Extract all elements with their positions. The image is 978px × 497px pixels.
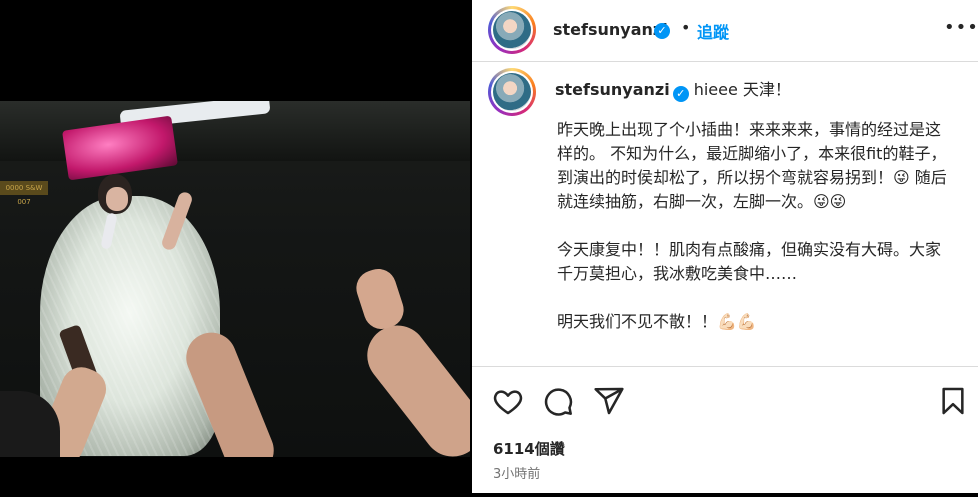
avatar-image [493, 11, 531, 49]
follow-button[interactable]: 追蹤 [697, 19, 729, 43]
header-username[interactable]: stefsunyanzi [553, 20, 668, 39]
more-icon[interactable]: ••• [944, 17, 978, 38]
action-bar: 6114個讚 3小時前 [472, 366, 978, 497]
post-photo[interactable]: 0000 S&W 007 [0, 101, 470, 457]
photo-face [106, 187, 128, 211]
caption-area: stefsunyanzi ✓ hieee 天津！ 昨天晚上出现了个小插曲！来来来来，… [472, 62, 978, 366]
caption-header: stefsunyanzi ✓ hieee 天津！ [555, 76, 791, 102]
photo-thumbs-up [351, 264, 409, 334]
verified-icon: ✓ [654, 23, 670, 39]
separator-dot: • [681, 18, 691, 37]
avatar[interactable] [488, 6, 536, 54]
avatar-image [493, 73, 531, 111]
post-timestamp[interactable]: 3小時前 [493, 463, 540, 482]
media-panel[interactable]: 0000 S&W 007 [0, 0, 472, 493]
comment-icon[interactable] [542, 385, 574, 417]
caption-username[interactable]: stefsunyanzi [555, 80, 670, 99]
post-details-panel: stefsunyanzi ✓ • 追蹤 ••• stefsunyanzi ✓ hie… [472, 0, 978, 493]
likes-count[interactable]: 6114個讚 [493, 438, 565, 459]
photo-sign: 0000 S&W 007 [0, 181, 48, 206]
verified-icon: ✓ [672, 86, 689, 102]
photo-fan-arm [355, 313, 470, 457]
caption-first-line: hieee 天津！ [693, 80, 791, 99]
post-header: stefsunyanzi ✓ • 追蹤 ••• [472, 0, 978, 62]
caption-text: 昨天晚上出现了个小插曲！来来来来，事情的经过是这样的。 不知为什么，最近脚缩小了… [557, 120, 947, 331]
heart-icon[interactable] [492, 385, 524, 417]
bookmark-icon[interactable] [937, 385, 969, 417]
share-icon[interactable] [593, 385, 625, 417]
instagram-post-view: 0000 S&W 007 stefsunyanzi ✓ • 追蹤 ••• ste… [0, 0, 978, 493]
caption-avatar[interactable] [488, 68, 536, 116]
